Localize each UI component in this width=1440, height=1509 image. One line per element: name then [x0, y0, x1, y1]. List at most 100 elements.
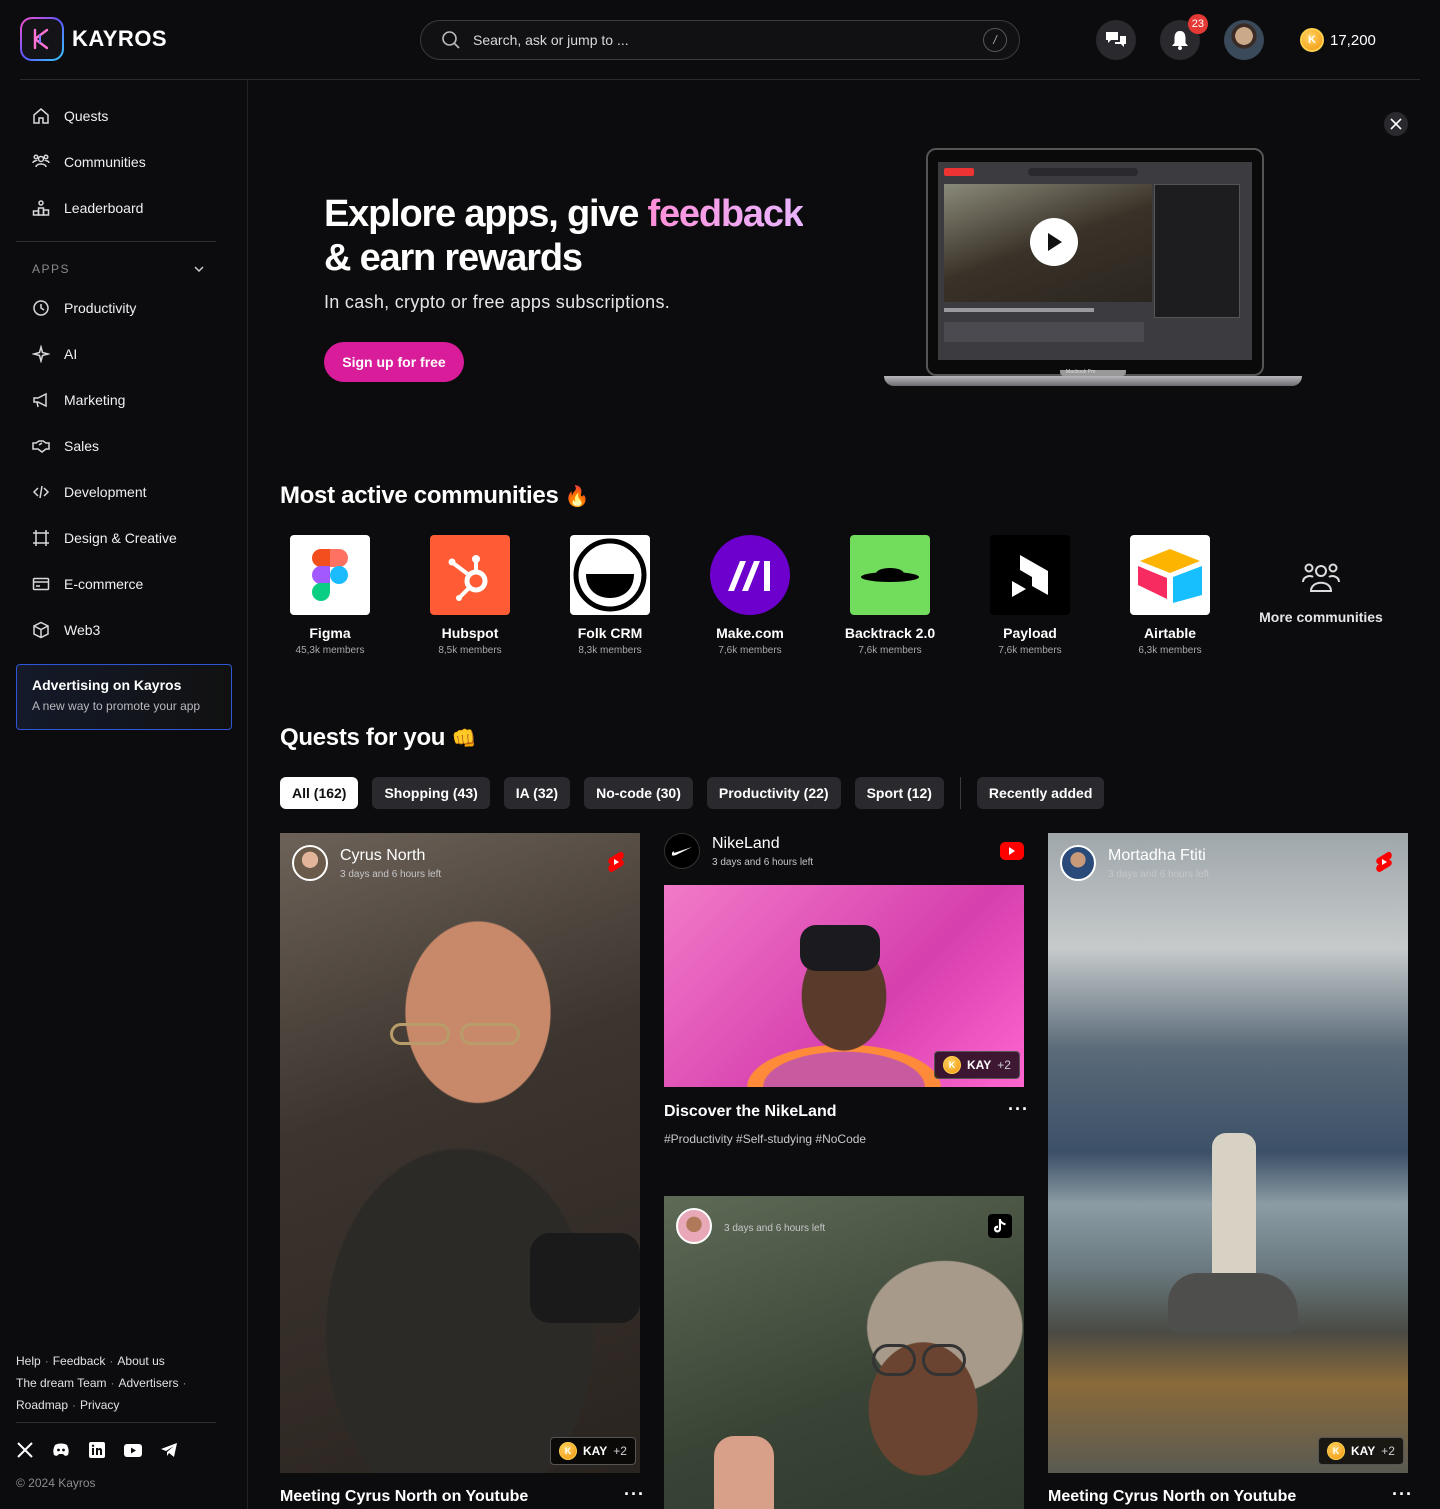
apps-section-toggle[interactable]: APPS [32, 262, 204, 276]
kay-coin-icon: K [1327, 1442, 1345, 1460]
footer-link-dream-team[interactable]: The dream Team [16, 1376, 107, 1390]
more-options-icon[interactable]: ··· [1008, 1099, 1029, 1120]
footer-link-roadmap[interactable]: Roadmap [16, 1398, 68, 1412]
community-make[interactable]: Make.com 7,6k members [690, 535, 810, 656]
community-backtrack[interactable]: Backtrack 2.0 7,6k members [830, 535, 950, 656]
brand-logo[interactable]: KAYROS [20, 17, 167, 61]
card-author: NikeLand [712, 834, 780, 852]
sidebar-item-label: Leaderboard [64, 200, 144, 216]
quest-card-cyrus-north-header[interactable]: Cyrus North 3 days and 6 hours left [292, 845, 441, 881]
user-avatar[interactable] [1224, 20, 1264, 60]
footer-link-advertisers[interactable]: Advertisers [119, 1376, 179, 1390]
community-folk-crm[interactable]: Folk CRM 8,3k members [550, 535, 670, 656]
community-airtable[interactable]: Airtable 6,3k members [1110, 535, 1230, 656]
footer-link-privacy[interactable]: Privacy [80, 1398, 119, 1412]
filter-all[interactable]: All (162) [280, 777, 359, 809]
top-bar: KAYROS / 23 K 17,200 [0, 0, 1440, 80]
sidebar-item-label: Web3 [64, 622, 101, 638]
sidebar-item-ecommerce[interactable]: E-commerce [32, 572, 143, 596]
messages-button[interactable] [1096, 20, 1136, 60]
frame-icon [33, 530, 49, 546]
community-members: 6,3k members [1138, 645, 1202, 656]
quest-card-title[interactable]: Meeting Cyrus North on Youtube [280, 1488, 528, 1506]
coin-balance[interactable]: K 17,200 [1300, 28, 1376, 52]
filter-sport[interactable]: Sport (12) [854, 777, 944, 809]
telegram-icon[interactable] [160, 1441, 178, 1459]
community-members: 7,6k members [718, 645, 782, 656]
quest-card-cyrus-north-photo[interactable] [280, 833, 640, 1473]
community-hubspot[interactable]: Hubspot 8,5k members [410, 535, 530, 656]
footer-link-help[interactable]: Help [16, 1354, 41, 1368]
more-options-icon[interactable]: ··· [624, 1484, 645, 1505]
promo-subtitle: A new way to promote your app [32, 699, 201, 713]
home-icon [33, 108, 49, 124]
copyright: © 2024 Kayros [16, 1476, 96, 1490]
quest-card-mortadha-photo[interactable] [1048, 833, 1408, 1473]
linkedin-icon[interactable] [88, 1441, 106, 1459]
filter-no-code[interactable]: No-code (30) [584, 777, 693, 809]
discord-icon[interactable] [52, 1441, 70, 1459]
sidebar-item-productivity[interactable]: Productivity [32, 296, 136, 320]
quest-card-nikeland-header[interactable]: NikeLand 3 days and 6 hours left [664, 833, 813, 869]
footer-link-about-us[interactable]: About us [117, 1354, 164, 1368]
quest-filters: All (162) Shopping (43) IA (32) No-code … [280, 777, 1105, 809]
card-time-left: 3 days and 6 hours left [724, 1222, 826, 1234]
community-name: Payload [1003, 625, 1057, 641]
advertising-promo-card[interactable]: Advertising on Kayros A new way to promo… [16, 664, 232, 730]
sidebar-item-label: E-commerce [64, 576, 144, 592]
reward-amount: +2 [613, 1444, 627, 1458]
sign-up-button[interactable]: Sign up for free [324, 342, 464, 382]
community-name: Figma [309, 625, 351, 641]
sidebar-item-communities[interactable]: Communities [32, 150, 146, 174]
hero-title-accent: feedback [647, 193, 804, 235]
search-input[interactable] [473, 32, 983, 48]
community-members: 7,6k members [998, 645, 1062, 656]
social-links [16, 1422, 216, 1459]
cube-icon [33, 621, 49, 639]
sidebar-item-development[interactable]: Development [32, 480, 147, 504]
youtube-icon[interactable] [124, 1441, 142, 1459]
sidebar-item-label: Productivity [64, 300, 137, 316]
filter-productivity[interactable]: Productivity (22) [706, 777, 841, 809]
quest-card-title[interactable]: Discover the NikeLand [664, 1103, 837, 1121]
quest-card-mortadha-header[interactable]: Mortadha Ftiti 3 days and 6 hours left [1060, 845, 1209, 881]
kay-coin-icon: K [943, 1056, 961, 1074]
close-banner-button[interactable] [1384, 112, 1408, 136]
notifications-button[interactable]: 23 [1160, 14, 1208, 60]
youtube-shorts-icon [1376, 851, 1392, 872]
sidebar-item-ai[interactable]: AI [32, 342, 77, 366]
search-icon [442, 31, 460, 49]
quest-card-tiktok-header[interactable]: 3 days and 6 hours left [676, 1208, 825, 1244]
sidebar-item-quests[interactable]: Quests [32, 104, 108, 128]
sidebar-item-label: Sales [64, 438, 100, 454]
sidebar-item-leaderboard[interactable]: Leaderboard [32, 196, 143, 220]
reward-label: KAY [1351, 1444, 1376, 1458]
reward-pill: K KAY +2 [1318, 1437, 1404, 1465]
community-members: 7,6k members [858, 645, 922, 656]
filter-ia[interactable]: IA (32) [503, 777, 571, 809]
community-members: 45,3k members [295, 645, 365, 656]
tiktok-icon [988, 1214, 1012, 1238]
sidebar-item-label: Marketing [64, 392, 126, 408]
quest-card-title[interactable]: Meeting Cyrus North on Youtube [1048, 1488, 1296, 1506]
community-payload[interactable]: Payload 7,6k members [970, 535, 1090, 656]
footer-link-feedback[interactable]: Feedback [53, 1354, 106, 1368]
sidebar-item-label: Quests [64, 108, 109, 124]
more-options-icon[interactable]: ··· [1392, 1484, 1413, 1505]
x-icon[interactable] [16, 1441, 34, 1459]
hero-title-text: & earn rewards [324, 237, 583, 279]
filter-shopping[interactable]: Shopping (43) [372, 777, 490, 809]
promo-title: Advertising on Kayros [32, 677, 182, 693]
make-logo-icon [710, 535, 790, 615]
people-icon [32, 154, 50, 168]
quests-section-title: Quests for you 👊 [280, 724, 476, 752]
sidebar-item-sales[interactable]: Sales [32, 434, 99, 458]
community-figma[interactable]: Figma 45,3k members [270, 535, 390, 656]
sidebar-item-design-creative[interactable]: Design & Creative [32, 526, 177, 550]
sort-recently-added[interactable]: Recently added [976, 777, 1105, 809]
handshake-icon [32, 440, 50, 453]
more-communities-link[interactable]: More communities [1256, 560, 1386, 625]
sidebar-item-marketing[interactable]: Marketing [32, 388, 125, 412]
sidebar-item-web3[interactable]: Web3 [32, 618, 100, 642]
search-bar[interactable]: / [420, 20, 1020, 60]
